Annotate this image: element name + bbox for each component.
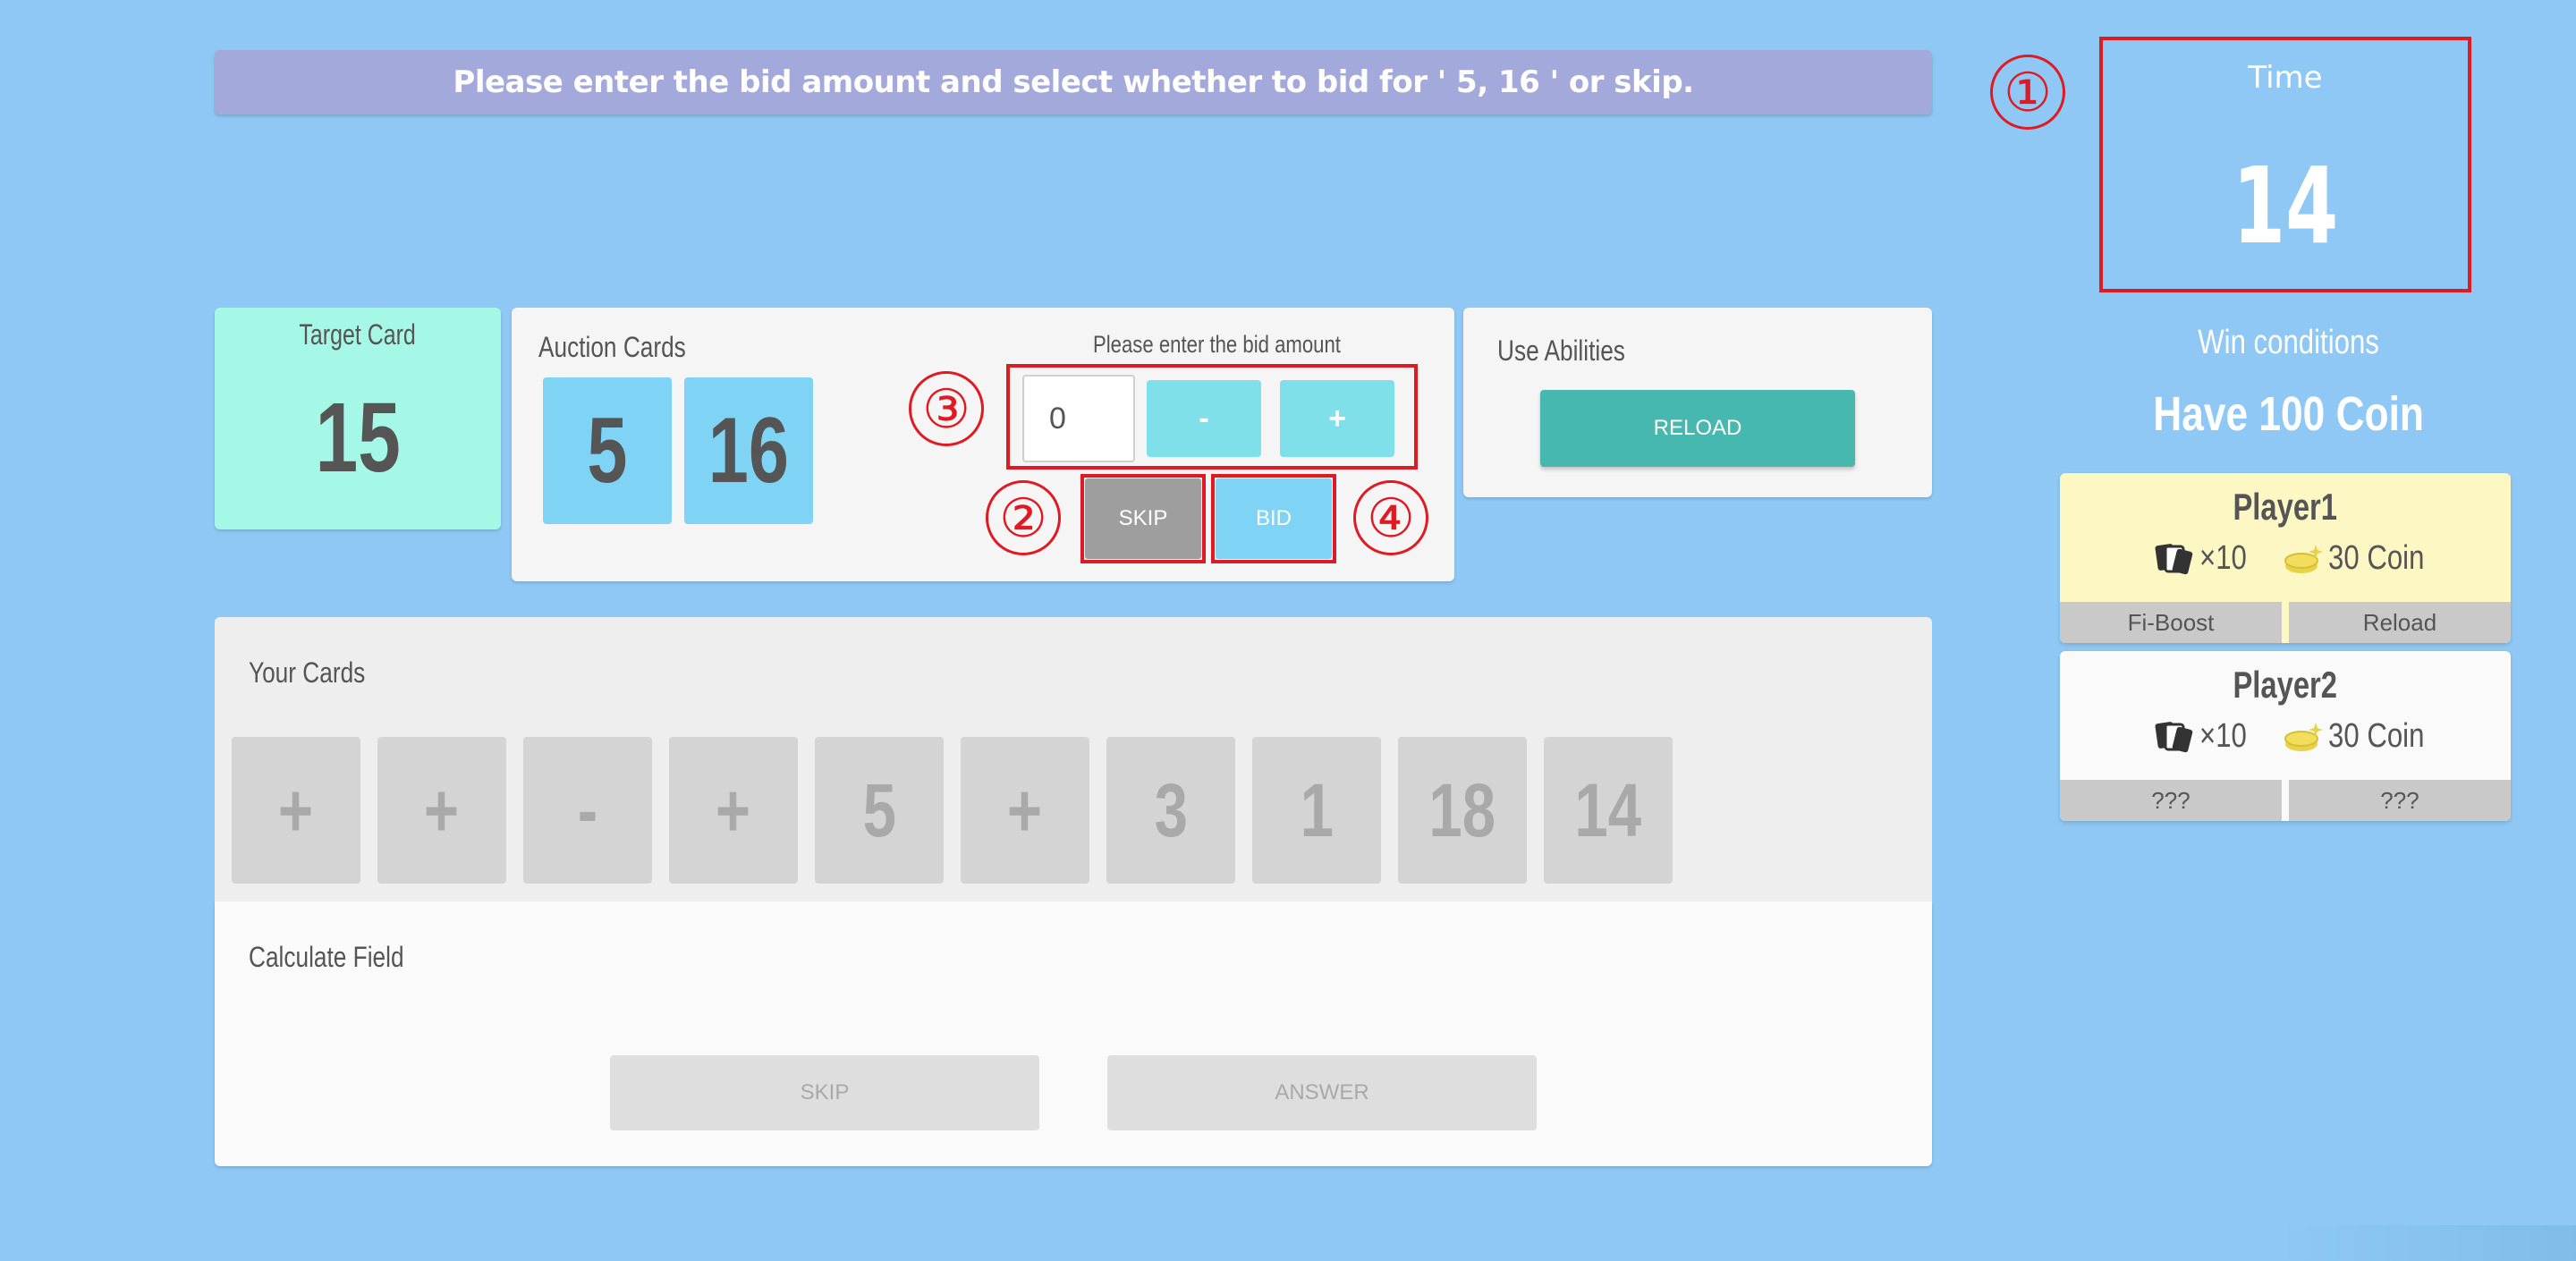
hand-card[interactable]: + xyxy=(961,737,1089,884)
hand-card[interactable]: + xyxy=(669,737,798,884)
timer-label: Time xyxy=(2248,60,2323,96)
auction-panel: Auction Cards 5 16 Please enter the bid … xyxy=(512,308,1454,581)
corner-shadow xyxy=(2272,1225,2576,1261)
hand-card[interactable]: 18 xyxy=(1398,737,1527,884)
marker-4: ④ xyxy=(1353,480,1428,555)
coin-count: 30 Coin xyxy=(2284,717,2445,756)
increase-bid-button[interactable]: + xyxy=(1280,380,1394,457)
reload-button[interactable]: RELOAD xyxy=(1540,390,1855,467)
win-conditions-label: Win conditions xyxy=(2198,324,2380,361)
auction-cards-label: Auction Cards xyxy=(538,331,686,363)
calculate-field-label: Calculate Field xyxy=(249,941,404,973)
abilities-panel: Use Abilities RELOAD xyxy=(1463,308,1932,497)
timer-value: 14 xyxy=(2232,144,2339,267)
auction-card: 16 xyxy=(684,377,813,524)
your-cards-label: Your Cards xyxy=(249,656,366,689)
ability-slot: ??? xyxy=(2060,780,2282,821)
auction-card: 5 xyxy=(543,377,672,524)
calculate-field-panel: Calculate Field SKIP ANSWER xyxy=(215,901,1932,1166)
bid-input-group: 0 - + xyxy=(1006,364,1418,470)
ability-slot: Fi-Boost xyxy=(2060,602,2282,643)
player2-panel: Player2 ×10 30 Coin ??? ??? xyxy=(2060,651,2511,821)
marker-2: ② xyxy=(986,480,1061,555)
hand-card[interactable]: - xyxy=(523,737,652,884)
marker-3: ③ xyxy=(909,371,984,446)
player1-panel: Player1 ×10 30 Coin Fi-Boost Reload xyxy=(2060,473,2511,643)
calc-skip-button[interactable]: SKIP xyxy=(610,1055,1039,1130)
hand-card[interactable]: 3 xyxy=(1106,737,1235,884)
player-name: Player2 xyxy=(2233,664,2338,706)
coin-count: 30 Coin xyxy=(2284,539,2445,578)
use-abilities-label: Use Abilities xyxy=(1497,334,1625,367)
decrease-bid-button[interactable]: - xyxy=(1147,380,1261,457)
player-name: Player1 xyxy=(2233,486,2338,528)
coin-icon xyxy=(2284,544,2323,573)
target-card-label: Target Card xyxy=(299,318,417,351)
target-card-panel: Target Card 15 xyxy=(215,308,501,529)
hand-card[interactable]: 1 xyxy=(1252,737,1381,884)
bid-amount-label: Please enter the bid amount xyxy=(1093,331,1341,358)
marker-1: ① xyxy=(1990,55,2065,130)
card-count: ×10 xyxy=(2155,717,2257,756)
card-count: ×10 xyxy=(2155,539,2257,578)
instruction-text: Please enter the bid amount and select w… xyxy=(453,64,1694,100)
win-conditions-value: Have 100 Coin xyxy=(2153,387,2425,441)
ability-slot: Reload xyxy=(2289,602,2511,643)
hand-card[interactable]: + xyxy=(232,737,360,884)
bid-button[interactable]: BID xyxy=(1216,478,1332,559)
answer-button[interactable]: ANSWER xyxy=(1107,1055,1537,1130)
coin-icon xyxy=(2284,722,2323,751)
cards-icon xyxy=(2155,721,2193,752)
cards-icon xyxy=(2155,543,2193,574)
hand-card[interactable]: 14 xyxy=(1544,737,1673,884)
hand-card[interactable]: 5 xyxy=(815,737,944,884)
instruction-banner: Please enter the bid amount and select w… xyxy=(215,50,1932,114)
ability-slot: ??? xyxy=(2289,780,2511,821)
your-cards-panel: Your Cards + + - + 5 + 3 1 18 14 xyxy=(215,617,1932,901)
bid-amount-input[interactable]: 0 xyxy=(1022,375,1135,462)
hand-card[interactable]: + xyxy=(377,737,506,884)
skip-bid-button[interactable]: SKIP xyxy=(1085,478,1201,559)
timer-box: Time 14 xyxy=(2099,37,2471,292)
target-card-value: 15 xyxy=(315,383,401,493)
